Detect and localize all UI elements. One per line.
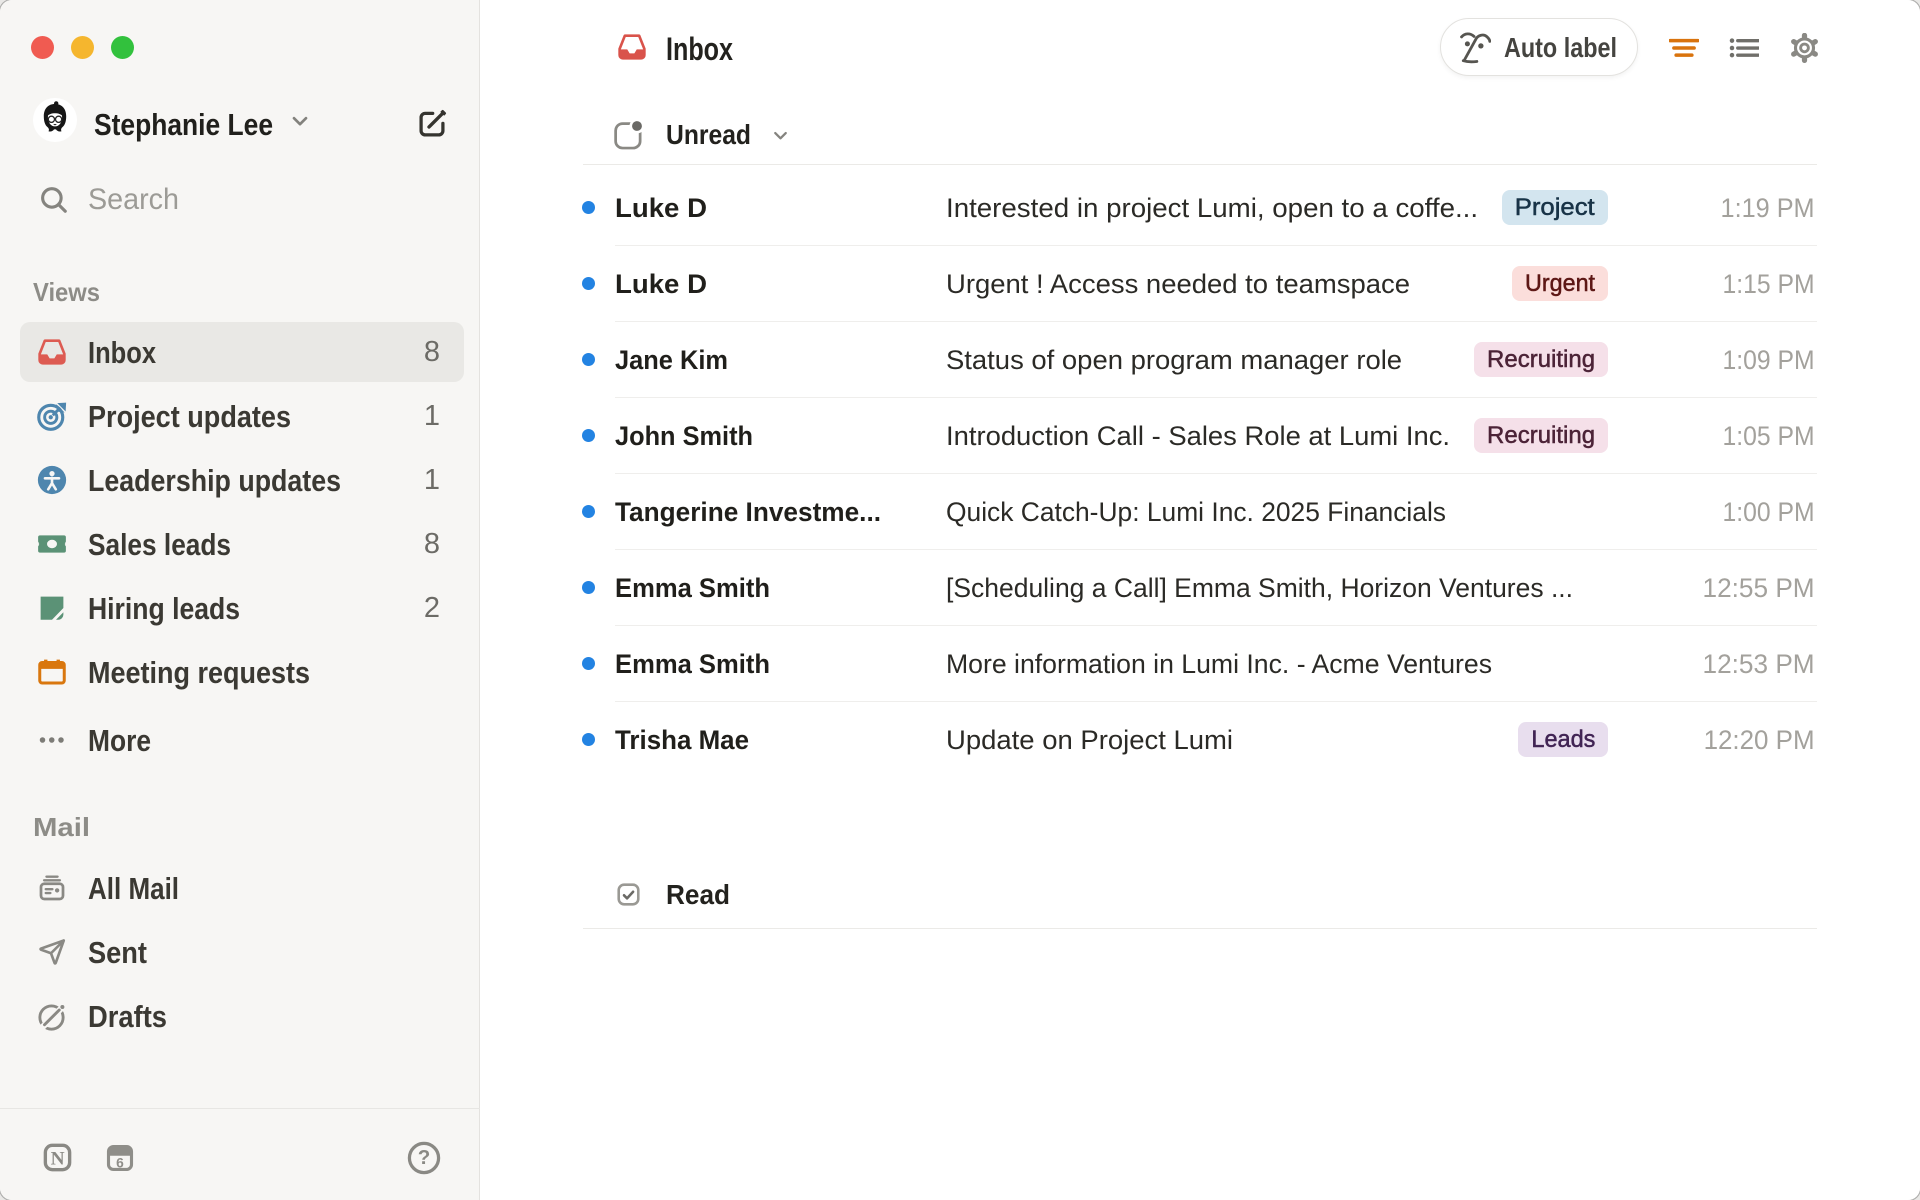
svg-text:N: N (51, 1148, 65, 1169)
svg-text:6: 6 (116, 1156, 124, 1171)
svg-text:?: ? (418, 1146, 431, 1169)
